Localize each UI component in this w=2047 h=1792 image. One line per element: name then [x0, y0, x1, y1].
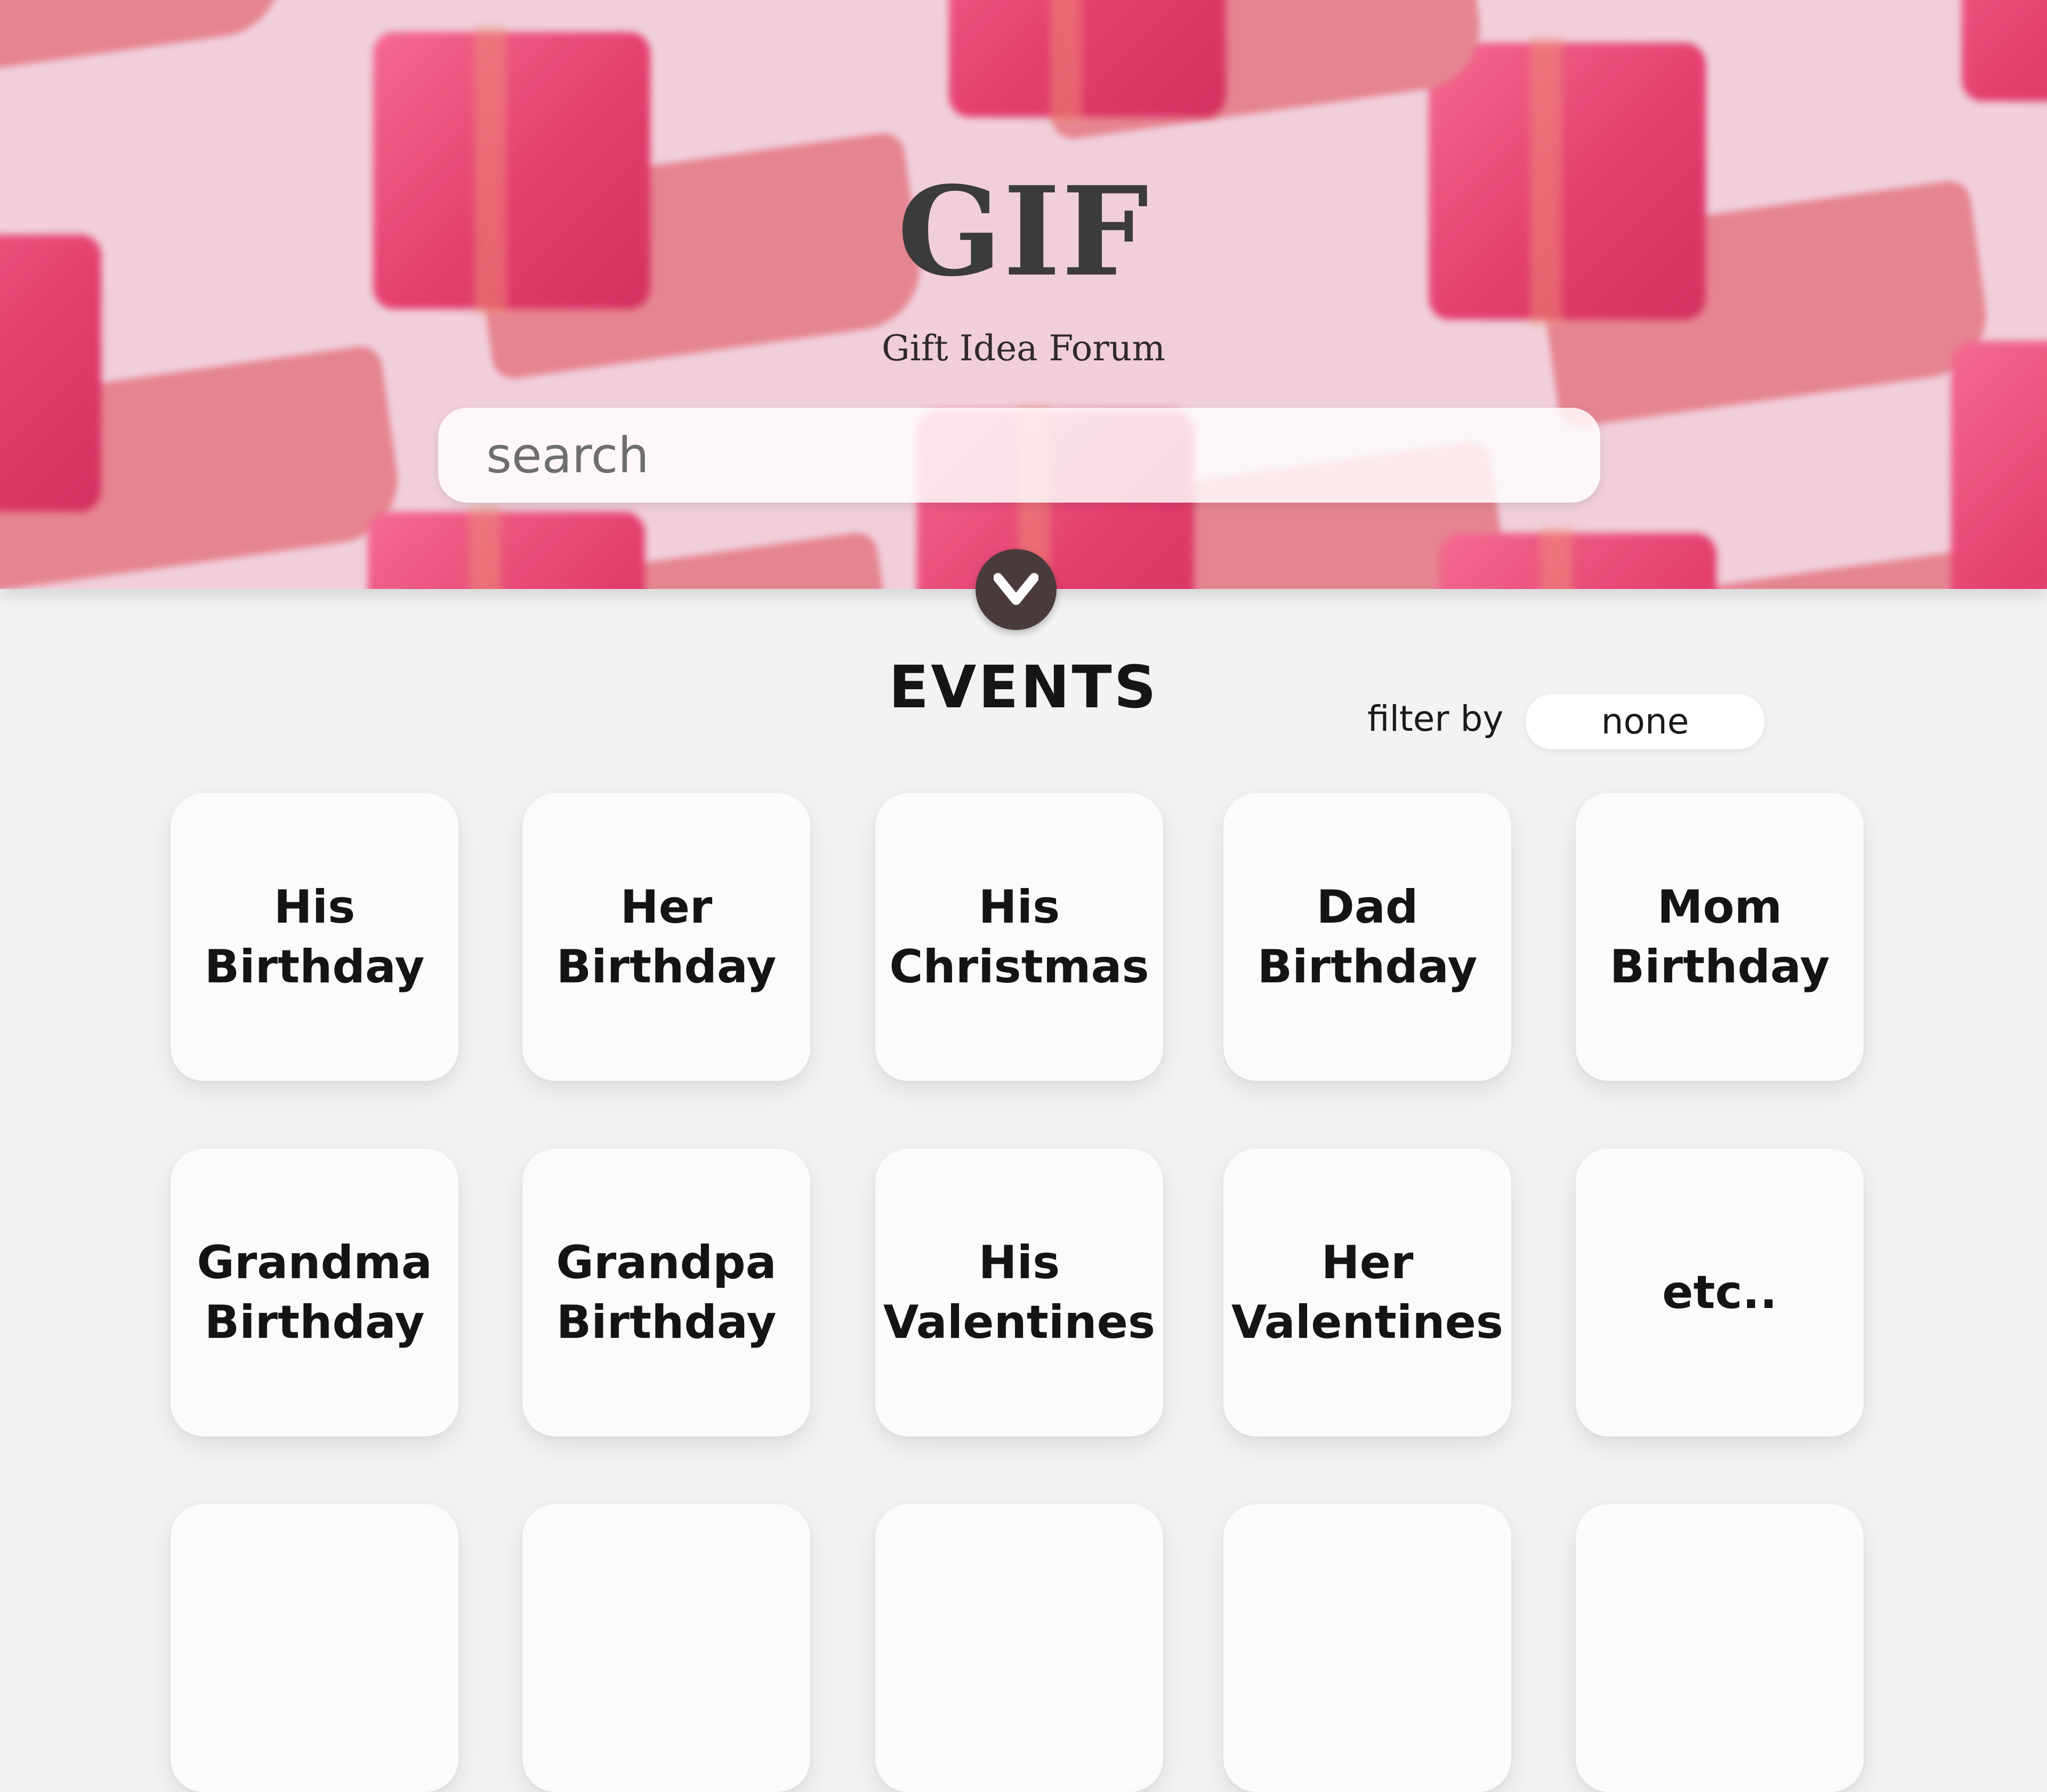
- event-card[interactable]: Dad Birthday: [1223, 793, 1511, 1081]
- event-card-label: Mom Birthday: [1609, 881, 1830, 994]
- event-card[interactable]: [1223, 1504, 1511, 1792]
- site-subtitle: Gift Idea Forum: [881, 328, 1166, 369]
- search-input[interactable]: [438, 408, 1600, 503]
- event-card[interactable]: Her Valentines: [1223, 1149, 1511, 1436]
- hero-banner: GIF Gift Idea Forum: [0, 0, 2047, 589]
- event-card-label: Grandpa Birthday: [556, 1236, 777, 1349]
- event-card-label: His Christmas: [889, 881, 1149, 994]
- event-card-label: His Valentines: [883, 1236, 1156, 1349]
- event-card-label: Her Birthday: [556, 881, 777, 994]
- event-card[interactable]: [171, 1504, 458, 1792]
- event-card-label: Grandma Birthday: [197, 1236, 432, 1349]
- filter-dropdown[interactable]: none: [1526, 694, 1764, 749]
- event-card[interactable]: Grandpa Birthday: [522, 1149, 810, 1436]
- event-card[interactable]: Her Birthday: [522, 793, 810, 1081]
- site-title: GIF: [897, 160, 1150, 304]
- event-card-label: etc..: [1662, 1266, 1777, 1319]
- event-card[interactable]: [522, 1504, 810, 1792]
- filter-label: filter by: [1367, 698, 1504, 739]
- event-card[interactable]: etc..: [1576, 1149, 1864, 1436]
- event-card[interactable]: His Christmas: [875, 793, 1163, 1081]
- scroll-down-button[interactable]: [976, 549, 1057, 630]
- event-card[interactable]: His Birthday: [171, 793, 458, 1081]
- event-card[interactable]: Mom Birthday: [1576, 793, 1864, 1081]
- event-card[interactable]: His Valentines: [875, 1149, 1163, 1436]
- event-card-label: Dad Birthday: [1257, 881, 1478, 994]
- event-card[interactable]: [875, 1504, 1163, 1792]
- event-card[interactable]: [1576, 1504, 1864, 1792]
- event-card[interactable]: Grandma Birthday: [171, 1149, 458, 1436]
- event-card-label: His Birthday: [204, 881, 425, 994]
- event-card-label: Her Valentines: [1231, 1236, 1504, 1349]
- chevron-down-icon: [994, 573, 1038, 605]
